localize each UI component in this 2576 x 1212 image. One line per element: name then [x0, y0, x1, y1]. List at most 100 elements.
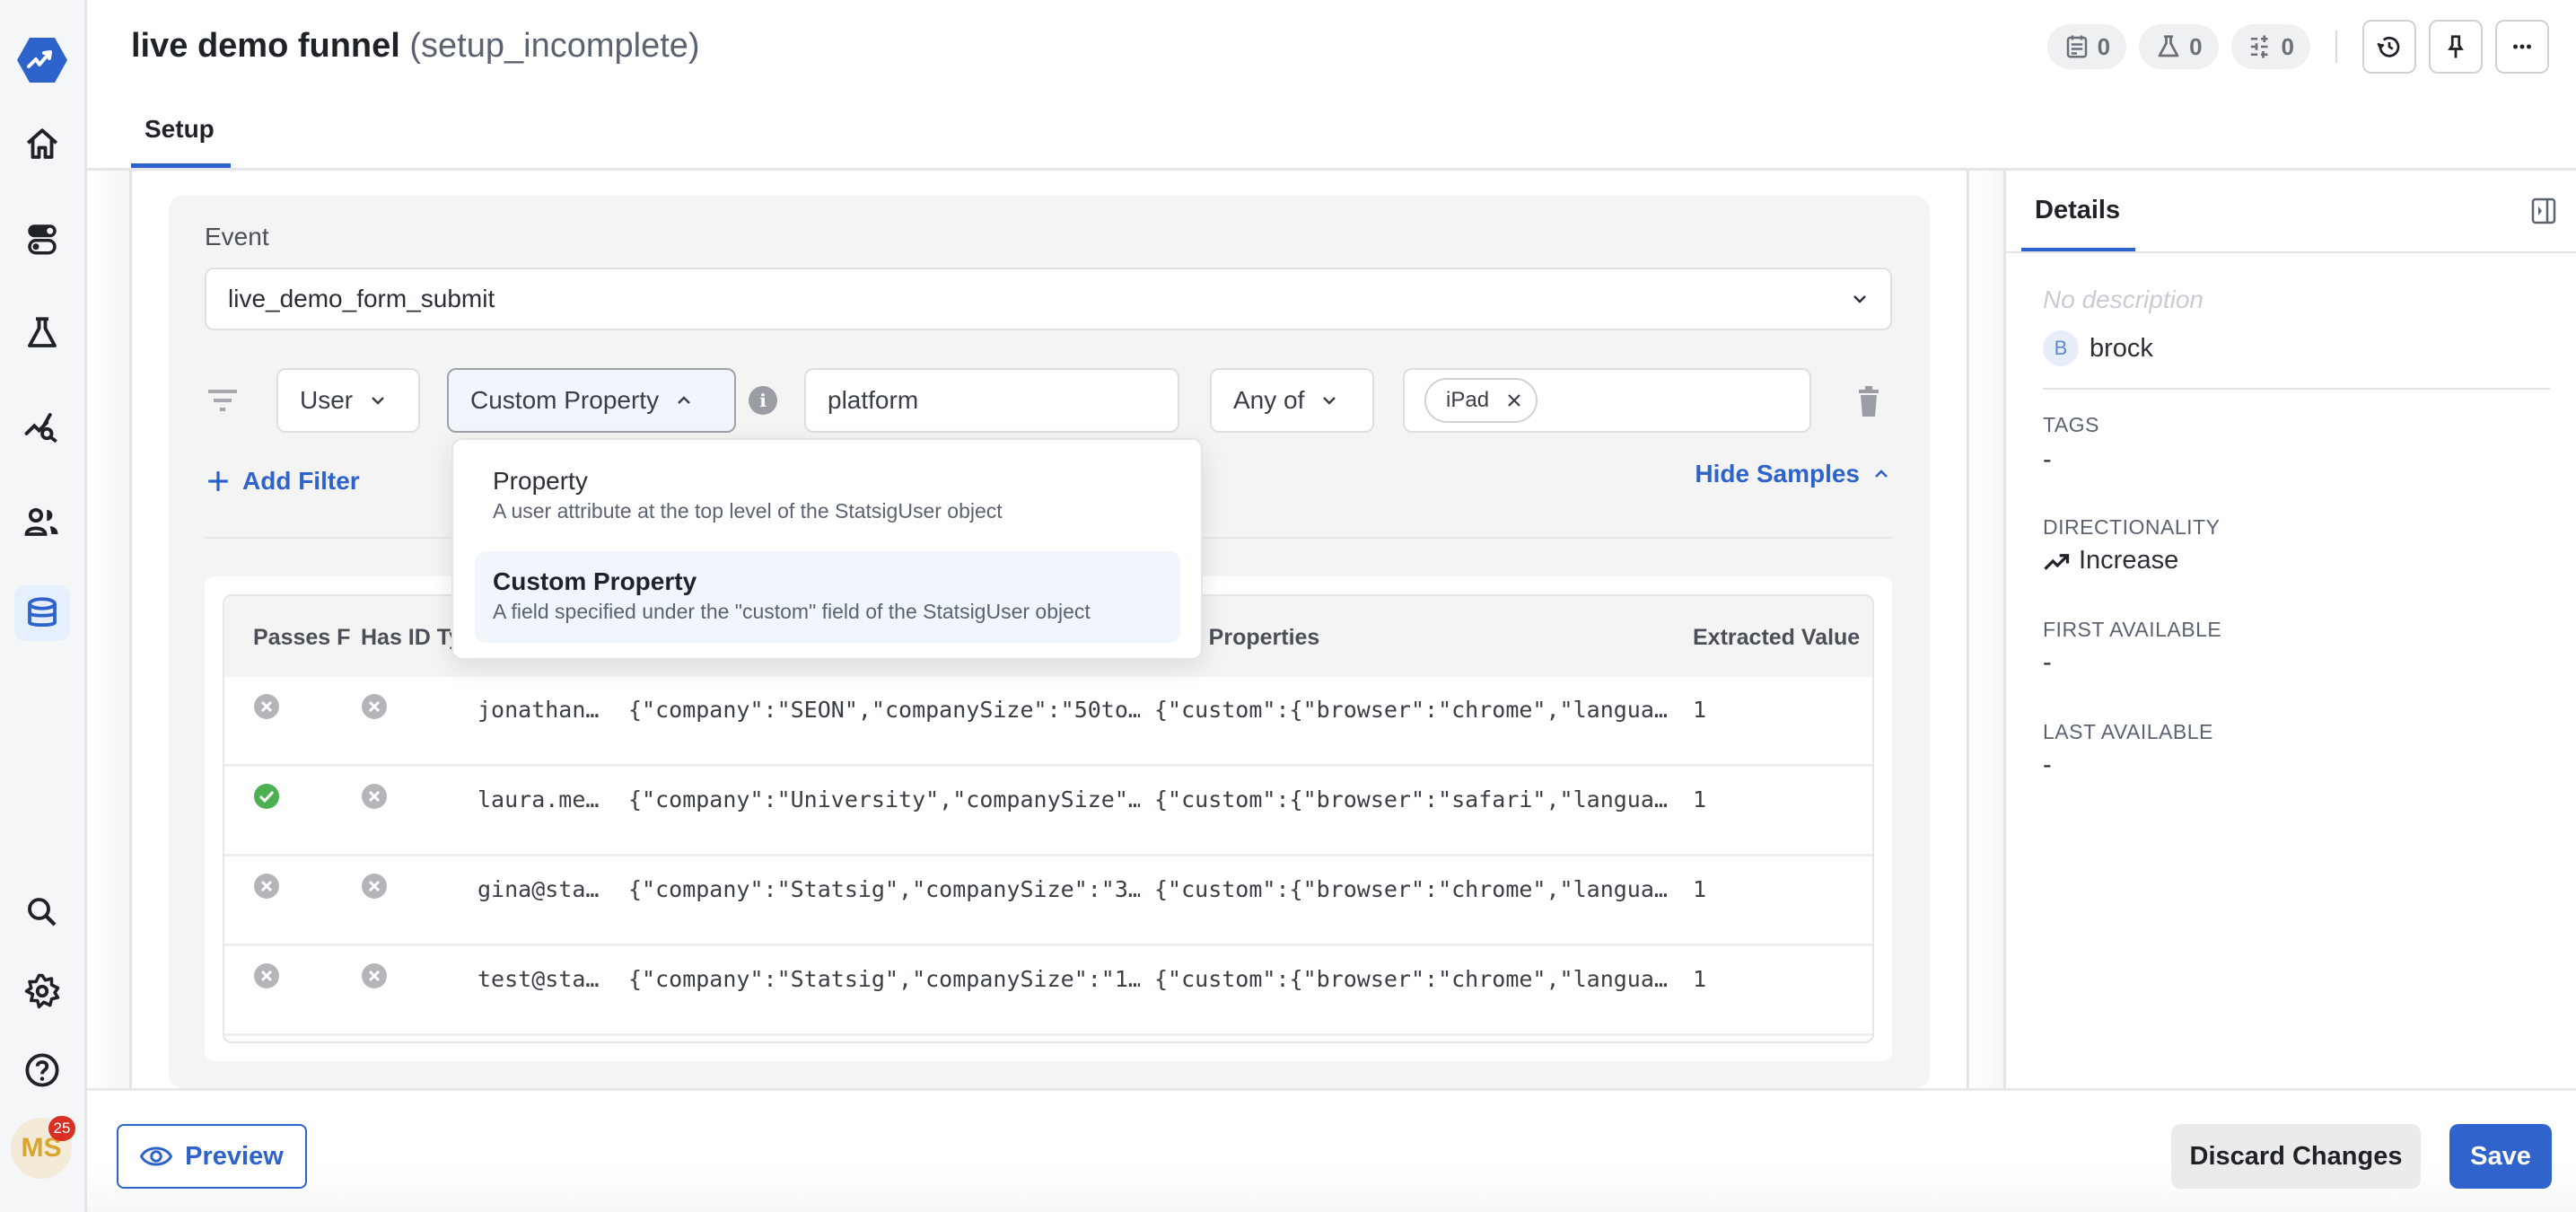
experiments-count-badge[interactable]: 0 [2139, 24, 2219, 69]
trend-up-icon [2044, 553, 2070, 570]
x-circle-icon [361, 873, 388, 900]
table-row[interactable]: laura.me… {"company":"University","compan… [224, 767, 1872, 856]
sidebar-item-data[interactable] [14, 585, 70, 641]
values-input[interactable]: iPad [1403, 368, 1811, 433]
dropdown-option-property[interactable]: Property A user attribute at the top lev… [475, 451, 1180, 542]
save-button[interactable]: Save [2449, 1124, 2552, 1189]
collapse-panel-icon[interactable] [2531, 198, 2556, 224]
sidebar-item-home[interactable] [14, 117, 70, 172]
left-gutter [87, 171, 132, 1088]
property-type-value: Custom Property [470, 386, 660, 414]
option-description: A field specified under the "custom" fie… [493, 600, 1091, 623]
value-chip-label: iPad [1446, 388, 1490, 412]
cell-custom-properties: {"custom":{"browser":"chrome","langua… [1154, 876, 1668, 902]
col-user-properties[interactable]: r Properties [1194, 625, 1319, 651]
analytics-icon [24, 413, 57, 444]
toggle-icon [28, 224, 57, 255]
metric-status: (setup_incomplete) [409, 27, 700, 65]
pin-button[interactable] [2429, 20, 2483, 74]
plus-icon [208, 471, 228, 491]
tab-setup[interactable]: Setup [145, 115, 215, 144]
reports-count-badge[interactable]: 0 [2046, 24, 2127, 69]
cell-extracted-value: 1 [1693, 966, 1707, 992]
first-available-value: - [2043, 648, 2052, 677]
cell-user: gina@sta… [478, 876, 600, 902]
cell-extracted-value: 1 [1693, 786, 1707, 812]
operator-value: Any of [1233, 386, 1305, 414]
add-filter-label: Add Filter [242, 467, 360, 495]
metric-name: live demo funnel [131, 27, 400, 65]
users-icon [24, 507, 58, 536]
history-button[interactable] [2362, 20, 2416, 74]
chevron-up-icon [678, 396, 690, 404]
owner: B brock [2043, 330, 2153, 366]
owner-avatar: B [2043, 330, 2079, 366]
notification-badge: 25 [48, 1116, 75, 1141]
scope-select[interactable]: User [276, 368, 420, 433]
property-name-input[interactable]: platform [804, 368, 1179, 433]
sidebar-item-help[interactable] [14, 1042, 70, 1098]
directionality-text: Increase [2079, 546, 2179, 575]
dropdown-option-custom-property[interactable]: Custom Property A field specified under … [475, 551, 1180, 643]
chevron-up-icon [1875, 470, 1888, 478]
footer-bar: Preview Discard Changes Save [87, 1088, 2576, 1212]
option-title: Custom Property [493, 567, 697, 595]
table-row[interactable]: jonathan… {"company":"SEON","companySize"… [224, 677, 1872, 767]
first-available-label: FIRST AVAILABLE [2043, 618, 2222, 641]
reports-count: 0 [2097, 32, 2111, 60]
add-filter-button[interactable]: Add Filter [206, 467, 360, 496]
cell-user: test@sta… [478, 966, 600, 992]
close-icon[interactable] [1505, 391, 1523, 409]
last-available-value: - [2043, 751, 2052, 779]
value-chip: iPad [1424, 378, 1538, 423]
cell-user: jonathan… [478, 697, 600, 723]
configs-count-badge[interactable]: 0 [2230, 24, 2310, 69]
info-icon[interactable]: i [749, 386, 777, 415]
sidebar-item-experiments[interactable] [14, 305, 70, 361]
experiment-icon [2158, 35, 2179, 57]
discard-changes-button[interactable]: Discard Changes [2171, 1124, 2421, 1189]
sidebar-item-search[interactable] [14, 884, 70, 940]
chevron-down-icon [372, 397, 384, 405]
header-actions: 0 0 0 [2046, 20, 2549, 74]
more-options-button[interactable] [2495, 20, 2549, 74]
sidebar-item-feature-gates[interactable] [14, 211, 70, 267]
x-circle-icon [361, 783, 388, 810]
col-extracted-value[interactable]: Extracted Value [1693, 625, 1860, 651]
sliders-icon [2250, 35, 2271, 58]
preview-button[interactable]: Preview [117, 1124, 307, 1189]
event-select-value: live_demo_form_submit [228, 285, 495, 312]
more-icon [2513, 44, 2531, 49]
sidebar-item-users[interactable] [14, 494, 70, 549]
tab-details[interactable]: Details [2035, 196, 2120, 225]
search-icon [28, 898, 57, 927]
property-type-select[interactable]: Custom Property [447, 368, 736, 433]
statsig-logo-icon[interactable] [16, 34, 68, 86]
cell-properties: {"company":"SEON","companySize":"50to… [628, 697, 1140, 723]
event-select[interactable]: live_demo_form_submit [205, 268, 1892, 330]
experiments-count: 0 [2189, 32, 2203, 60]
directionality-value[interactable]: Increase [2043, 546, 2178, 575]
sidebar-item-settings[interactable] [14, 963, 70, 1019]
tab-divider [2006, 251, 2576, 253]
option-title: Property [493, 467, 588, 495]
col-passes-filter[interactable]: Passes F [253, 625, 354, 651]
operator-select[interactable]: Any of [1210, 368, 1374, 433]
filter-icon [208, 390, 237, 411]
hide-samples-button[interactable]: Hide Samples [1695, 460, 1890, 488]
sidebar-item-analytics[interactable] [14, 400, 70, 455]
trash-icon[interactable] [1856, 386, 1881, 417]
cell-properties: {"company":"University","companySize"… [628, 786, 1140, 812]
description-placeholder[interactable]: No description [2043, 285, 2204, 314]
tags-value[interactable]: - [2043, 445, 2052, 475]
table-row[interactable]: test@sta… {"company":"Statsig","companySi… [224, 946, 1872, 1036]
table-row[interactable]: gina@sta… {"company":"Statsig","companySi… [224, 856, 1872, 946]
help-icon [25, 1053, 59, 1087]
preview-label: Preview [185, 1141, 284, 1171]
chevron-down-icon [1323, 397, 1336, 405]
panel-resizer[interactable] [1967, 171, 2006, 1088]
cell-extracted-value: 1 [1693, 697, 1707, 723]
owner-name: brock [2090, 333, 2153, 363]
sidebar: MS 25 [0, 0, 87, 1212]
property-name-value: platform [828, 386, 919, 414]
